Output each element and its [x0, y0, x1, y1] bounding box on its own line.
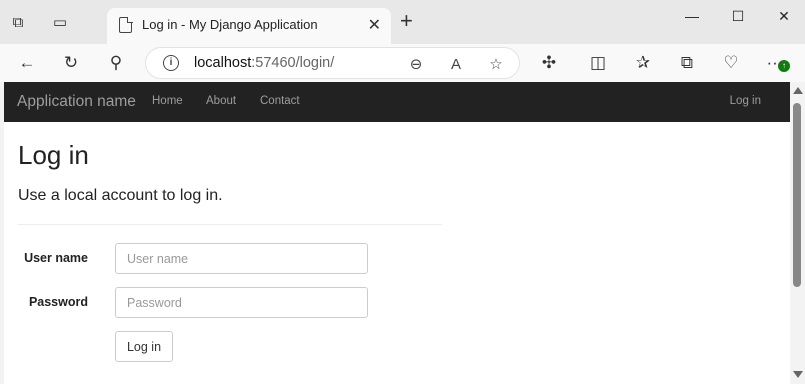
nav-link-login[interactable]: Log in	[730, 95, 761, 107]
page-title: Log in	[18, 140, 89, 170]
tab-actions-icon[interactable]: ▭	[50, 12, 70, 32]
nav-link-contact[interactable]: Contact	[260, 95, 300, 107]
nav-link-about[interactable]: About	[206, 95, 236, 107]
password-input[interactable]	[115, 287, 368, 318]
vertical-scrollbar[interactable]	[790, 82, 805, 384]
page-viewport: Application name Home About Contact Log …	[4, 82, 790, 384]
read-aloud-icon[interactable]: A	[444, 52, 468, 76]
document-icon	[119, 16, 133, 33]
scroll-down-arrow-icon[interactable]	[793, 371, 803, 378]
browser-tab-active[interactable]: Log in - My Django Application ✕	[107, 8, 391, 44]
address-url[interactable]: localhost:57460/login/	[194, 55, 334, 71]
page-subtitle: Use a local account to log in.	[18, 187, 223, 204]
zoom-out-icon[interactable]: ⊖	[404, 52, 428, 76]
username-label: User name	[24, 251, 88, 265]
navbar-brand[interactable]: Application name	[17, 93, 136, 111]
login-submit-button[interactable]: Log in	[115, 331, 173, 362]
site-info-icon[interactable]: i	[163, 55, 179, 71]
new-tab-button[interactable]: +	[400, 10, 413, 32]
maximize-button[interactable]: ☐	[723, 6, 753, 26]
favorites-icon[interactable]: ✰	[630, 50, 656, 76]
close-window-button[interactable]: ✕	[769, 6, 799, 26]
refresh-icon[interactable]: ↻	[58, 50, 84, 76]
minimize-button[interactable]: —	[677, 6, 707, 26]
username-input[interactable]	[115, 243, 368, 274]
extensions-icon[interactable]: ✣	[536, 50, 562, 76]
close-tab-icon[interactable]: ✕	[368, 15, 381, 35]
collections-icon[interactable]: ⧉	[674, 50, 700, 76]
back-icon[interactable]: ←	[14, 50, 40, 76]
nav-link-home[interactable]: Home	[152, 95, 183, 107]
scroll-up-arrow-icon[interactable]	[793, 87, 803, 94]
search-icon[interactable]: ⚲	[103, 50, 129, 76]
password-label: Password	[28, 295, 88, 309]
tab-title: Log in - My Django Application	[142, 17, 318, 32]
split-screen-icon[interactable]: ◫	[585, 50, 611, 76]
browser-titlebar: ⧉ ▭ Log in - My Django Application ✕ + —…	[0, 0, 805, 44]
browser-toolbar: ← ↻ ⚲ i localhost:57460/login/ ⊖ A ☆ ✣ ◫…	[0, 44, 805, 82]
browser-essentials-icon[interactable]: ♡	[718, 50, 744, 76]
divider	[18, 224, 442, 225]
address-bar[interactable]: i localhost:57460/login/ ⊖ A ☆	[145, 47, 520, 79]
workspaces-icon[interactable]: ⧉	[8, 12, 28, 32]
favorite-star-icon[interactable]: ☆	[484, 52, 508, 76]
scroll-thumb[interactable]	[793, 103, 801, 287]
site-navbar: Application name Home About Contact Log …	[4, 82, 790, 122]
update-badge-icon: ↑	[778, 60, 790, 72]
